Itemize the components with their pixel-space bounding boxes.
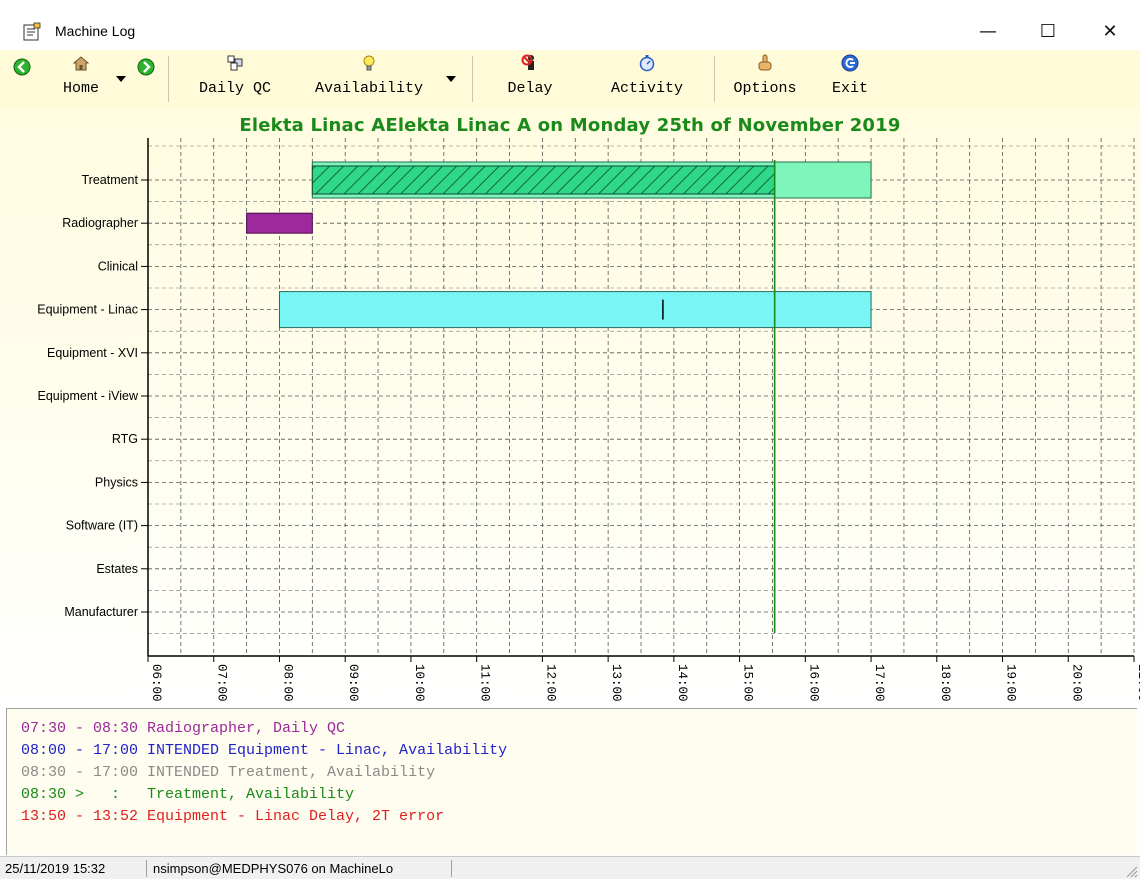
x-tick-label: 14:00 <box>675 664 689 702</box>
x-tick-label: 20:00 <box>1069 664 1083 702</box>
y-tick-label: RTG <box>112 432 138 446</box>
x-tick-label: 18:00 <box>938 664 952 702</box>
resize-grip-icon[interactable] <box>1124 864 1138 878</box>
x-tick-label: 15:00 <box>741 664 755 702</box>
x-tick-label: 17:00 <box>872 664 886 702</box>
log-entry[interactable]: 07:30 - 08:30 Radiographer, Daily QC <box>21 720 345 737</box>
x-tick-label: 10:00 <box>412 664 426 702</box>
log-entry[interactable]: 08:30 > : Treatment, Availability <box>21 786 354 803</box>
x-tick-label: 16:00 <box>806 664 820 702</box>
gantt-bar-actual <box>311 165 776 195</box>
x-tick-label: 21:00 <box>1135 664 1140 702</box>
x-tick-label: 06:00 <box>149 664 163 702</box>
x-tick-label: 07:00 <box>215 664 229 702</box>
y-tick-label: Treatment <box>81 173 138 187</box>
y-tick-label: Physics <box>95 475 138 489</box>
y-tick-label: Equipment - Linac <box>37 303 138 317</box>
log-entry[interactable]: 08:30 - 17:00 INTENDED Treatment, Availa… <box>21 764 435 781</box>
x-tick-label: 09:00 <box>346 664 360 702</box>
status-bar: 25/11/2019 15:32 nsimpson@MEDPHYS076 on … <box>0 856 1140 879</box>
log-entry[interactable]: 08:00 - 17:00 INTENDED Equipment - Linac… <box>21 742 507 759</box>
y-tick-label: Manufacturer <box>64 605 138 619</box>
x-tick-label: 19:00 <box>1004 664 1018 702</box>
status-datetime: 25/11/2019 15:32 <box>0 860 147 877</box>
y-tick-label: Software (IT) <box>66 519 138 533</box>
event-log-panel: 07:30 - 08:30 Radiographer, Daily QC 08:… <box>6 708 1137 855</box>
y-tick-label: Estates <box>96 562 138 576</box>
status-extra <box>454 860 1139 877</box>
gantt-bar-actual <box>246 212 313 234</box>
y-tick-label: Radiographer <box>62 216 138 230</box>
log-entry[interactable]: 13:50 - 13:52 Equipment - Linac Delay, 2… <box>21 808 444 825</box>
x-tick-label: 08:00 <box>280 664 294 702</box>
x-tick-label: 13:00 <box>609 664 623 702</box>
y-tick-label: Equipment - iView <box>37 389 138 403</box>
status-user: nsimpson@MEDPHYS076 on MachineLo <box>148 860 452 877</box>
gantt-bar-intended <box>278 291 872 329</box>
y-tick-label: Equipment - XVI <box>47 346 138 360</box>
x-tick-label: 11:00 <box>478 664 492 702</box>
x-tick-label: 12:00 <box>543 664 557 702</box>
y-tick-label: Clinical <box>98 259 138 273</box>
